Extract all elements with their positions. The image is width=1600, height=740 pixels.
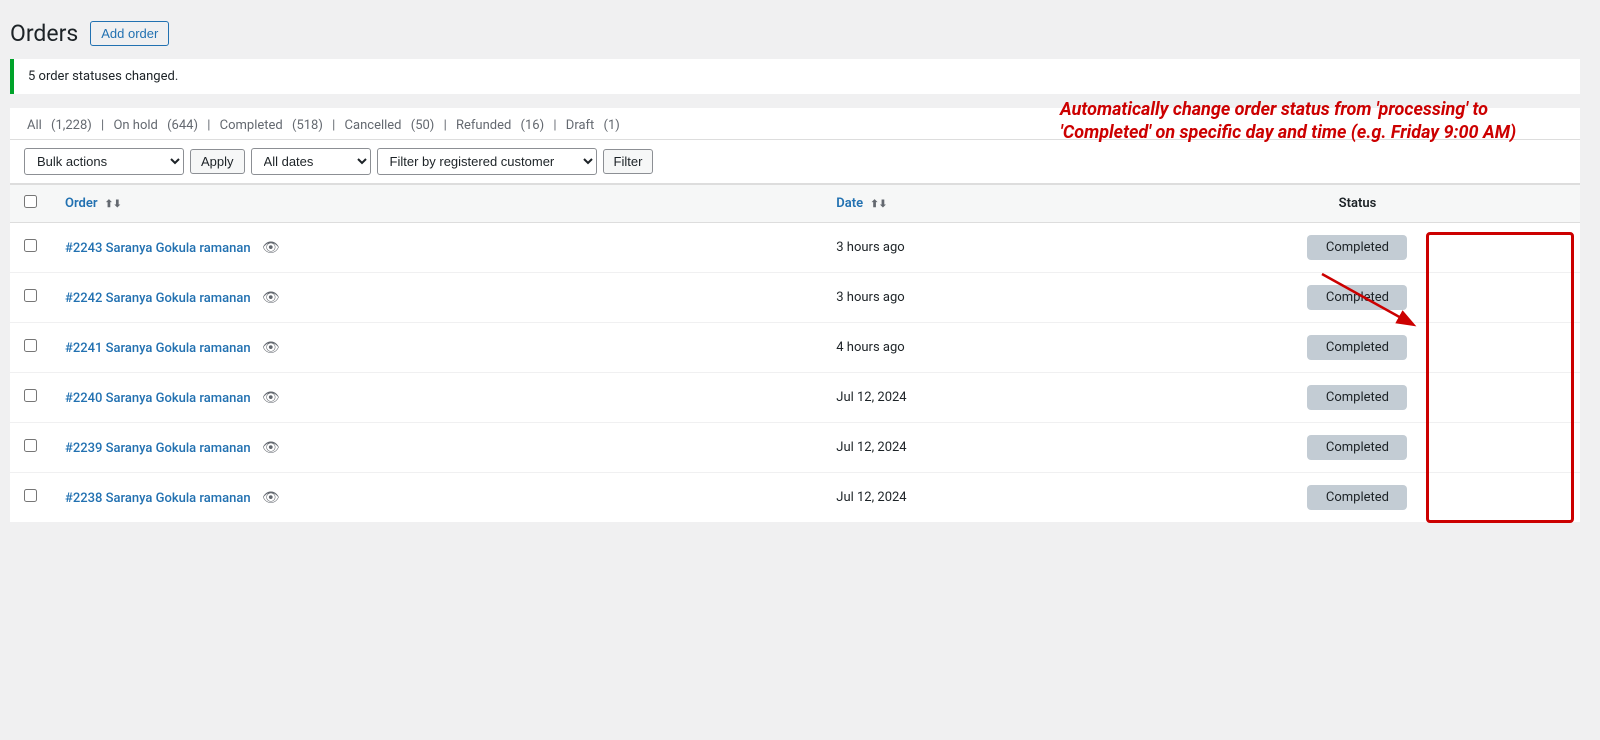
row-date-cell: Jul 12, 2024 [822,423,1135,473]
select-all-checkbox[interactable] [24,195,37,208]
row-date-cell: 3 hours ago [822,223,1135,273]
row-checkbox[interactable] [24,289,37,302]
row-order-cell: #2243 Saranya Gokula ramanan 👁 [51,223,822,273]
row-date-cell: 4 hours ago [822,323,1135,373]
tab-draft[interactable]: Draft (1) [563,118,623,133]
table-header-row: Order ⬆⬇ Date ⬆⬇ Status [10,185,1580,223]
table-row: #2241 Saranya Gokula ramanan 👁 4 hours a… [10,323,1580,373]
select-all-col [10,185,51,223]
status-badge: Completed [1307,285,1407,310]
orders-table: Order ⬆⬇ Date ⬆⬇ Status [10,184,1580,523]
row-status-cell: Completed [1135,323,1580,373]
page-title: Orders [10,20,78,47]
row-order-cell: #2241 Saranya Gokula ramanan 👁 [51,323,822,373]
tab-on-hold[interactable]: On hold (644) [110,118,204,133]
status-col-header: Status [1135,185,1580,223]
row-checkbox[interactable] [24,389,37,402]
row-status-cell: Completed [1135,473,1580,523]
eye-icon: 👁 [262,290,280,306]
tab-all[interactable]: All (1,228) [24,118,98,133]
tab-cancelled[interactable]: Cancelled (50) [342,118,441,133]
date-sort-icon: ⬆⬇ [870,199,887,210]
page-header: Orders Add order [10,20,1580,47]
order-link[interactable]: #2239 Saranya Gokula ramanan [65,441,251,456]
row-status-cell: Completed [1135,373,1580,423]
table-row: #2243 Saranya Gokula ramanan 👁 3 hours a… [10,223,1580,273]
content-area: Automatically change order status from '… [10,108,1580,523]
apply-button[interactable]: Apply [190,149,245,174]
eye-icon: 👁 [262,340,280,356]
row-date-cell: 3 hours ago [822,273,1135,323]
row-order-cell: #2242 Saranya Gokula ramanan 👁 [51,273,822,323]
eye-icon: 👁 [262,390,280,406]
eye-icon: 👁 [262,240,280,256]
order-link[interactable]: #2242 Saranya Gokula ramanan [65,291,251,306]
eye-icon: 👁 [262,440,280,456]
status-badge: Completed [1307,385,1407,410]
status-badge: Completed [1307,335,1407,360]
eye-icon: 👁 [262,490,280,506]
table-wrapper: Order ⬆⬇ Date ⬆⬇ Status [10,184,1580,523]
table-row: #2240 Saranya Gokula ramanan 👁 Jul 12, 2… [10,373,1580,423]
order-link[interactable]: #2243 Saranya Gokula ramanan [65,241,251,256]
row-checkbox[interactable] [24,489,37,502]
row-date-cell: Jul 12, 2024 [822,473,1135,523]
order-sort-icon: ⬆⬇ [105,199,122,210]
filter-button[interactable]: Filter [603,149,654,174]
order-link[interactable]: #2241 Saranya Gokula ramanan [65,341,251,356]
table-row: #2242 Saranya Gokula ramanan 👁 3 hours a… [10,273,1580,323]
row-checkbox[interactable] [24,439,37,452]
row-checkbox-cell [10,323,51,373]
row-checkbox-cell [10,473,51,523]
tab-refunded[interactable]: Refunded (16) [453,118,550,133]
order-link[interactable]: #2238 Saranya Gokula ramanan [65,491,251,506]
add-order-button[interactable]: Add order [90,21,169,46]
row-checkbox-cell [10,373,51,423]
row-status-cell: Completed [1135,423,1580,473]
row-order-cell: #2239 Saranya Gokula ramanan 👁 [51,423,822,473]
dates-select[interactable]: All dates This month Last month [251,148,371,175]
status-badge: Completed [1307,435,1407,460]
status-badge: Completed [1307,485,1407,510]
row-checkbox-cell [10,423,51,473]
order-link[interactable]: #2240 Saranya Gokula ramanan [65,391,251,406]
tab-completed[interactable]: Completed (518) [217,118,329,133]
row-status-cell: Completed [1135,223,1580,273]
order-col-header[interactable]: Order ⬆⬇ [51,185,822,223]
notice-bar: 5 order statuses changed. [10,59,1580,94]
row-status-cell: Completed [1135,273,1580,323]
filter-tabs: All (1,228) | On hold (644) | Completed … [10,108,1580,140]
toolbar: Bulk actions Mark processing Mark on-hol… [10,140,1580,184]
status-badge: Completed [1307,235,1407,260]
row-checkbox-cell [10,223,51,273]
notice-text: 5 order statuses changed. [28,69,178,84]
row-checkbox-cell [10,273,51,323]
bulk-actions-select[interactable]: Bulk actions Mark processing Mark on-hol… [24,148,184,175]
table-row: #2239 Saranya Gokula ramanan 👁 Jul 12, 2… [10,423,1580,473]
row-order-cell: #2238 Saranya Gokula ramanan 👁 [51,473,822,523]
customer-filter-select[interactable]: Filter by registered customer [377,148,597,175]
table-row: #2238 Saranya Gokula ramanan 👁 Jul 12, 2… [10,473,1580,523]
row-checkbox[interactable] [24,239,37,252]
date-col-header[interactable]: Date ⬆⬇ [822,185,1135,223]
row-checkbox[interactable] [24,339,37,352]
row-date-cell: Jul 12, 2024 [822,373,1135,423]
row-order-cell: #2240 Saranya Gokula ramanan 👁 [51,373,822,423]
